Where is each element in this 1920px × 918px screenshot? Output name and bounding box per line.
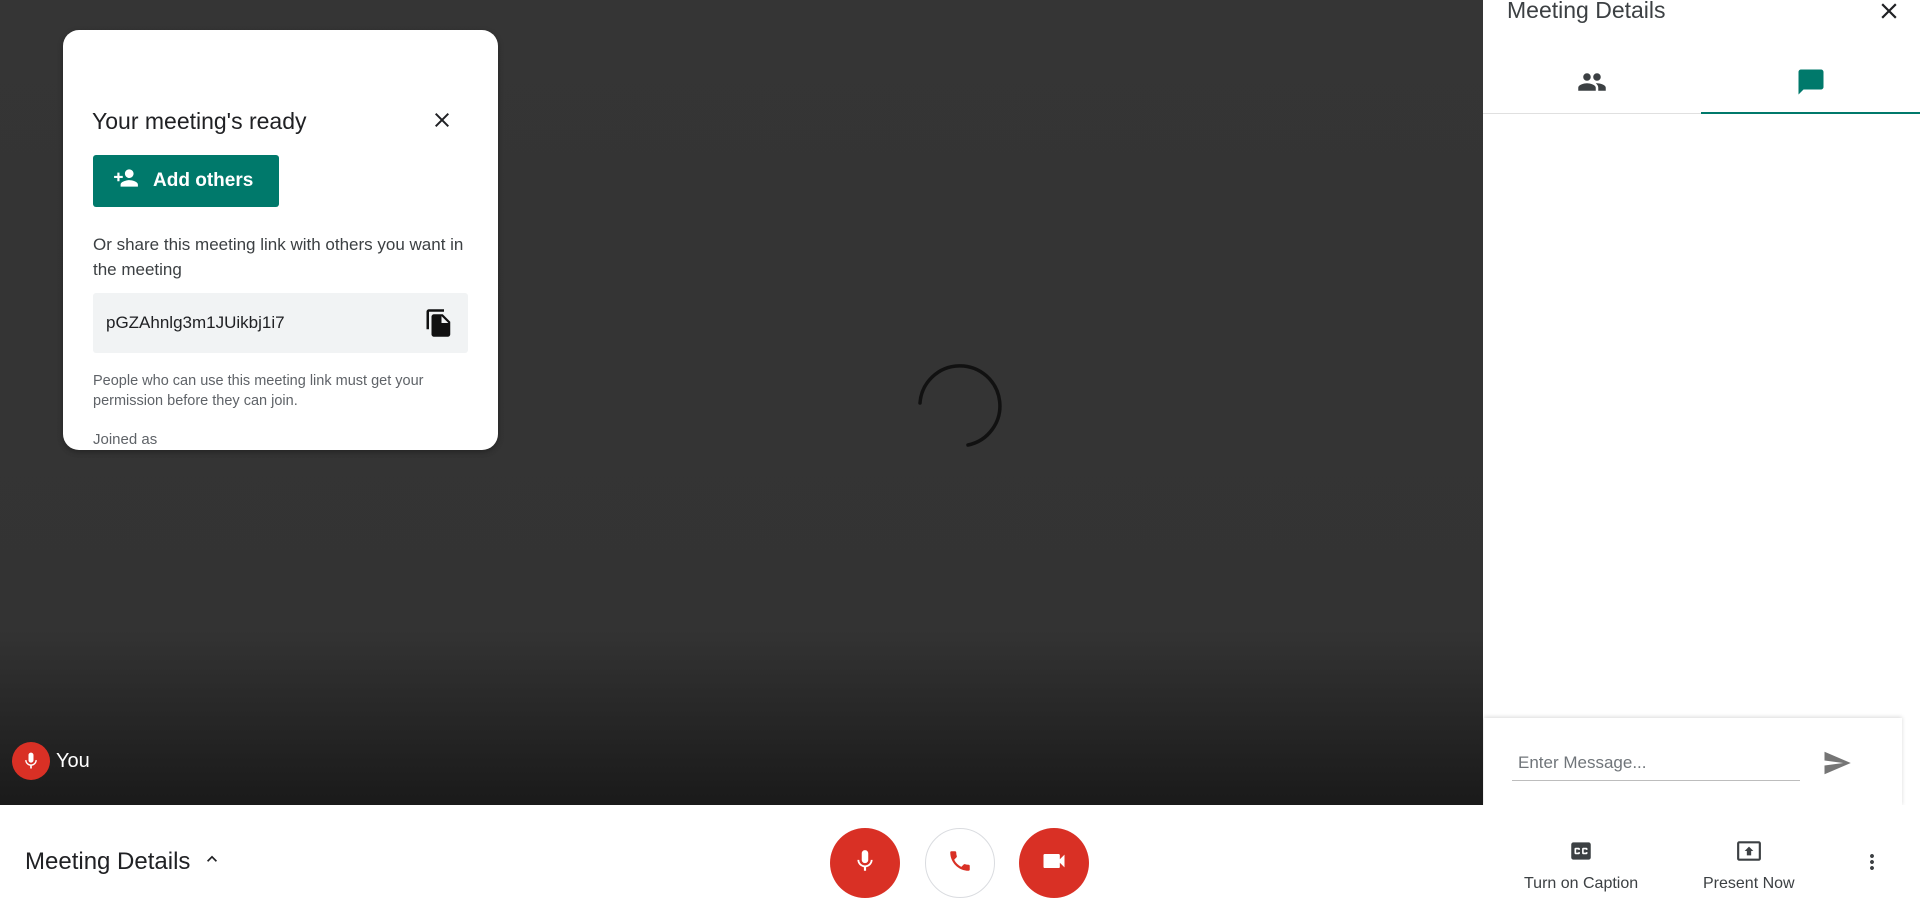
chevron-up-icon xyxy=(202,848,222,876)
add-others-button[interactable]: Add others xyxy=(93,155,279,207)
chat-icon xyxy=(1796,67,1826,102)
tab-participants[interactable] xyxy=(1483,56,1701,114)
videocam-icon xyxy=(1040,847,1068,880)
add-others-label: Add others xyxy=(153,170,254,191)
participant-name: You xyxy=(56,749,90,772)
person-add-icon xyxy=(111,165,141,197)
present-now-button[interactable]: Present Now xyxy=(1703,838,1795,893)
present-label: Present Now xyxy=(1703,875,1795,892)
control-bar: Meeting Details Turn on Caption Present … xyxy=(0,805,1920,918)
camera-toggle-button[interactable] xyxy=(1019,828,1089,898)
joined-as-label: Joined as xyxy=(93,431,158,448)
permission-note: People who can use this meeting link mus… xyxy=(93,373,424,409)
share-instructions: Or share this meeting link with others y… xyxy=(93,235,464,279)
panel-title: Meeting Details xyxy=(1507,0,1666,23)
dialog-title: Your meeting's ready xyxy=(92,108,307,134)
meeting-details-panel: Meeting Details xyxy=(1483,0,1920,806)
message-composer xyxy=(1484,718,1902,806)
microphone-icon xyxy=(852,848,878,879)
meeting-details-toggle[interactable]: Meeting Details xyxy=(25,848,222,876)
loading-spinner xyxy=(918,364,1002,447)
meeting-details-label: Meeting Details xyxy=(25,848,191,875)
copy-icon[interactable] xyxy=(424,307,454,339)
phone-icon xyxy=(947,848,973,879)
present-to-all-icon xyxy=(1734,838,1764,869)
participant-name-tag: You xyxy=(12,742,90,780)
send-icon[interactable] xyxy=(1821,748,1853,778)
meeting-link-box: pGZAhnlg3m1JUikbj1i7 xyxy=(93,293,468,353)
more-options-icon[interactable] xyxy=(1860,847,1884,877)
closed-caption-icon xyxy=(1567,838,1595,869)
video-stage: Your meeting's ready Add others Or share… xyxy=(0,0,1483,805)
end-call-button[interactable] xyxy=(925,828,995,898)
meeting-ready-dialog: Your meeting's ready Add others Or share… xyxy=(63,30,498,450)
tab-chat[interactable] xyxy=(1701,56,1920,114)
caption-label: Turn on Caption xyxy=(1524,875,1639,892)
microphone-icon xyxy=(12,742,50,780)
meeting-link: pGZAhnlg3m1JUikbj1i7 xyxy=(106,313,285,332)
caption-button[interactable]: Turn on Caption xyxy=(1524,838,1638,893)
close-icon[interactable] xyxy=(1876,0,1902,24)
close-icon[interactable] xyxy=(430,108,454,132)
message-input[interactable] xyxy=(1512,745,1800,781)
microphone-toggle-button[interactable] xyxy=(830,828,900,898)
people-icon xyxy=(1577,67,1607,102)
